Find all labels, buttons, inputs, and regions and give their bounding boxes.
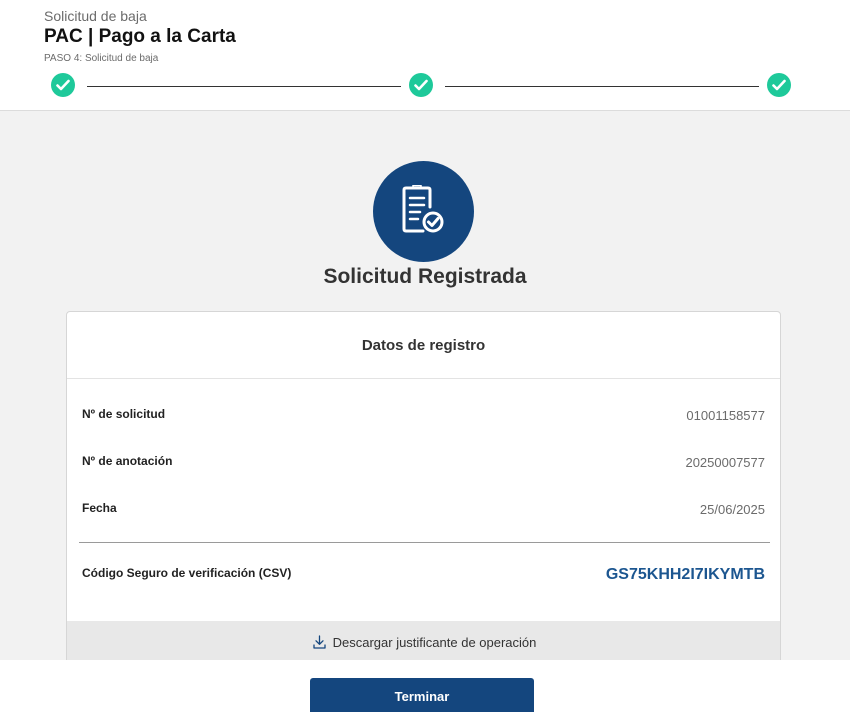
- page-title: PAC | Pago a la Carta: [44, 26, 236, 47]
- step-connector: [87, 86, 401, 87]
- date-label: Fecha: [82, 501, 117, 515]
- download-icon: [312, 635, 326, 649]
- request-number-label: Nº de solicitud: [82, 407, 166, 421]
- download-receipt-link[interactable]: Descargar justificante de operación: [67, 621, 780, 663]
- download-label: Descargar justificante de operación: [332, 634, 537, 650]
- step-indicator-text: PASO 4: Solicitud de baja: [44, 53, 159, 64]
- page-footer: Terminar: [0, 660, 850, 712]
- finish-button[interactable]: Terminar: [310, 678, 534, 712]
- annotation-number-label: Nº de anotación: [82, 454, 173, 468]
- step-2-check-icon: [409, 73, 433, 97]
- confirmation-title: Solicitud Registrada: [323, 265, 527, 288]
- csv-value: GS75KHH2I7IKYMTB: [605, 566, 765, 583]
- document-check-icon: [373, 161, 474, 262]
- date-value: 25/06/2025: [699, 502, 765, 517]
- csv-label: Código Seguro de verificación (CSV): [82, 566, 292, 580]
- step-connector: [445, 86, 759, 87]
- divider: [79, 542, 770, 543]
- card-title: Datos de registro: [67, 312, 780, 379]
- request-number-value: 01001158577: [686, 408, 765, 423]
- annotation-number-value: 20250007577: [685, 455, 765, 470]
- header-subtitle: Solicitud de baja: [44, 8, 147, 24]
- page-header: Solicitud de baja PAC | Pago a la Carta …: [0, 0, 850, 111]
- registration-data-card: Datos de registro Nº de solicitud 010011…: [66, 311, 781, 671]
- step-1-check-icon: [51, 73, 75, 97]
- step-3-check-icon: [767, 73, 791, 97]
